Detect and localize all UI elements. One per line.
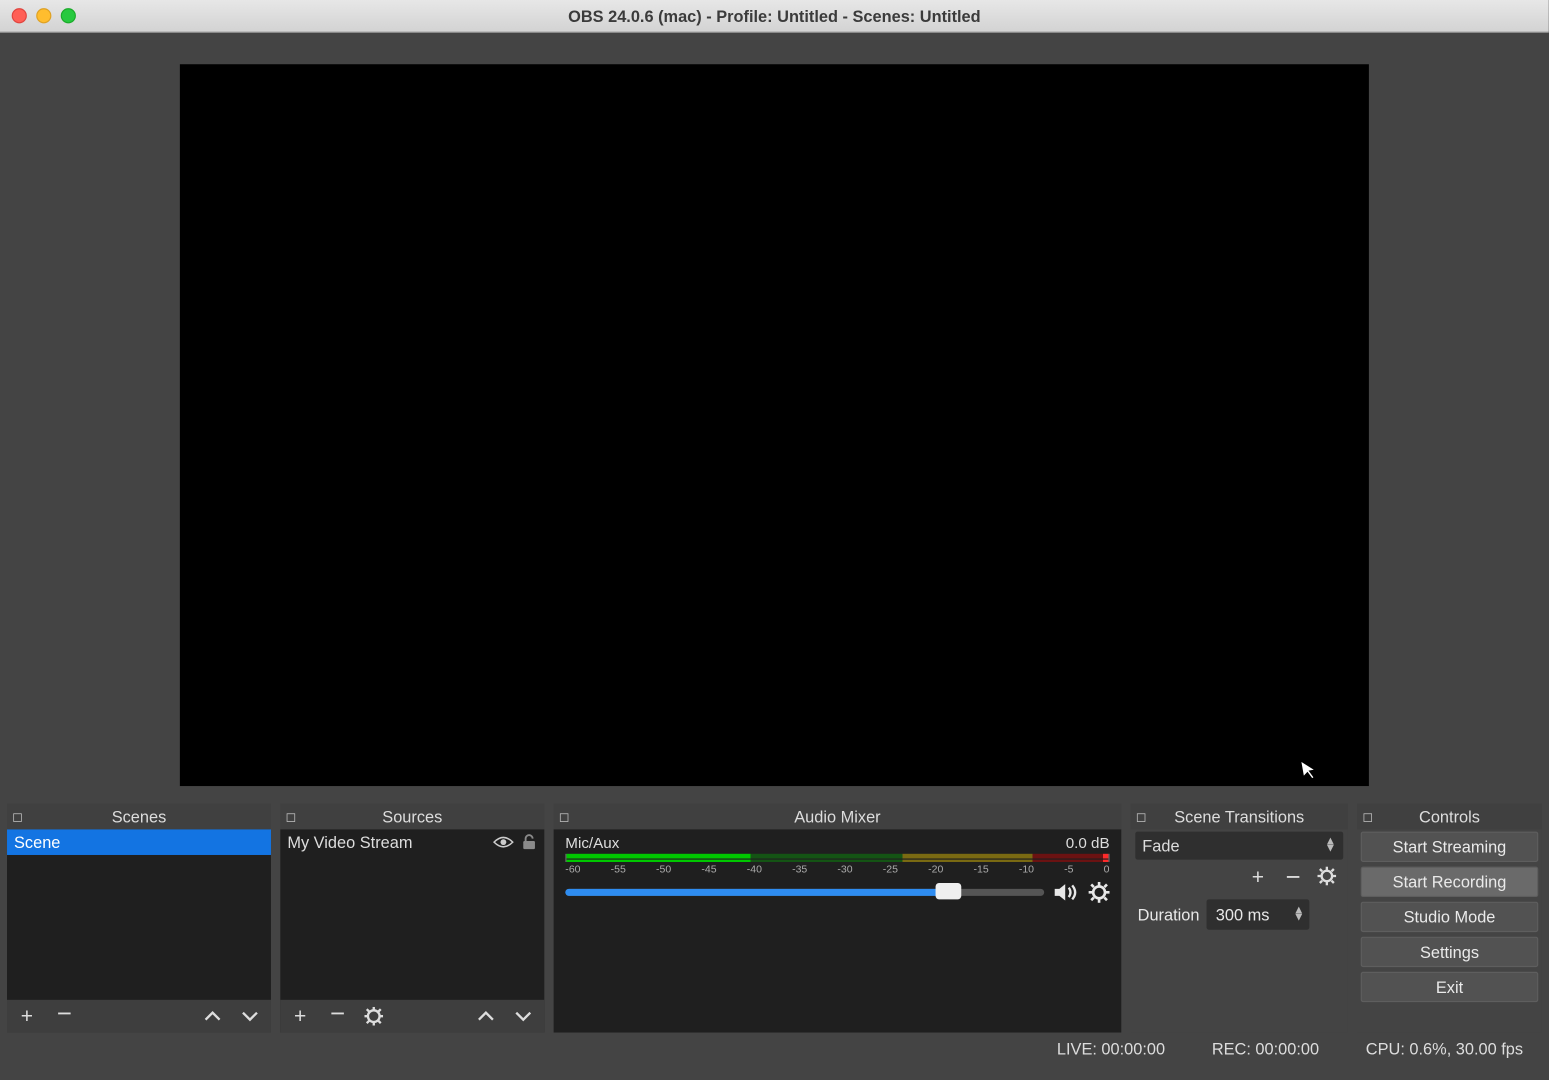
move-scene-up-button[interactable] [203, 1009, 224, 1023]
transitions-title: Scene Transitions [1174, 807, 1304, 826]
studio-mode-button[interactable]: Studio Mode [1361, 902, 1539, 932]
window-zoom-button[interactable] [61, 8, 76, 23]
popout-icon[interactable]: ◻ [283, 808, 299, 824]
mixer-meter [565, 854, 1109, 862]
source-item[interactable]: My Video Stream [280, 829, 544, 855]
window-close-button[interactable] [12, 8, 27, 23]
scenes-toolbar: + − [7, 1000, 271, 1033]
popout-icon[interactable]: ◻ [9, 808, 25, 824]
popout-icon[interactable]: ◻ [1360, 808, 1376, 824]
transitions-panel: ◻ Scene Transitions Fade ▲▼ + − Duration [1131, 804, 1348, 1033]
sources-list[interactable]: My Video Stream [280, 829, 544, 1000]
sources-title: Sources [382, 807, 442, 826]
scenes-title: Scenes [112, 807, 167, 826]
volume-slider-thumb[interactable] [936, 883, 962, 899]
scene-item-label: Scene [14, 833, 60, 852]
move-source-down-button[interactable] [514, 1009, 535, 1023]
speaker-icon[interactable] [1054, 882, 1080, 903]
sources-panel: ◻ Sources My Video Stream [280, 804, 544, 1033]
scene-item[interactable]: Scene [7, 829, 271, 855]
mixer-header[interactable]: ◻ Audio Mixer [554, 804, 1122, 830]
mixer-channel-name: Mic/Aux [565, 834, 619, 852]
scenes-list[interactable]: Scene [7, 829, 271, 1000]
eye-icon[interactable] [493, 835, 514, 849]
move-source-up-button[interactable] [477, 1009, 498, 1023]
controls-panel: ◻ Controls Start Streaming Start Recordi… [1357, 804, 1542, 1033]
preview-canvas[interactable] [180, 64, 1369, 786]
window-title: OBS 24.0.6 (mac) - Profile: Untitled - S… [0, 6, 1549, 25]
duration-value: 300 ms [1216, 905, 1270, 924]
remove-transition-button[interactable]: − [1282, 864, 1303, 890]
mixer-channel: Mic/Aux 0.0 dB -60 -55 -50 -45 -40 -35 -… [554, 829, 1122, 903]
lock-open-icon[interactable] [521, 834, 537, 850]
volume-slider[interactable] [565, 889, 1044, 896]
duration-spinbox[interactable]: 300 ms ▲▼ [1206, 899, 1309, 929]
remove-scene-button[interactable]: − [54, 1001, 75, 1027]
mixer-ticks: -60 -55 -50 -45 -40 -35 -30 -25 -20 -15 … [565, 863, 1109, 875]
window-minimize-button[interactable] [36, 8, 51, 23]
mixer-channel-level: 0.0 dB [1066, 834, 1110, 852]
start-streaming-button[interactable]: Start Streaming [1361, 832, 1539, 862]
status-rec: REC: 00:00:00 [1212, 1040, 1319, 1059]
popout-icon[interactable]: ◻ [1133, 808, 1149, 824]
add-scene-button[interactable]: + [16, 1006, 37, 1027]
popout-icon[interactable]: ◻ [556, 808, 572, 824]
scenes-panel: ◻ Scenes Scene + − [7, 804, 271, 1033]
preview-area [0, 33, 1549, 804]
duration-label: Duration [1138, 905, 1200, 924]
exit-button[interactable]: Exit [1361, 972, 1539, 1002]
controls-title: Controls [1419, 807, 1480, 826]
add-source-button[interactable]: + [290, 1006, 311, 1027]
sources-header[interactable]: ◻ Sources [280, 804, 544, 830]
source-properties-button[interactable] [364, 1007, 385, 1026]
controls-header[interactable]: ◻ Controls [1357, 804, 1542, 830]
status-live: LIVE: 00:00:00 [1057, 1040, 1165, 1059]
mixer-title: Audio Mixer [794, 807, 880, 826]
settings-button[interactable]: Settings [1361, 937, 1539, 967]
gear-icon[interactable] [1089, 882, 1110, 903]
transition-select[interactable]: Fade ▲▼ [1135, 832, 1343, 860]
source-item-label: My Video Stream [287, 833, 412, 852]
titlebar: OBS 24.0.6 (mac) - Profile: Untitled - S… [0, 0, 1549, 33]
status-bar: LIVE: 00:00:00 REC: 00:00:00 CPU: 0.6%, … [0, 1033, 1549, 1066]
status-cpu: CPU: 0.6%, 30.00 fps [1366, 1040, 1523, 1059]
cursor-icon [1299, 757, 1321, 783]
transition-properties-button[interactable] [1318, 867, 1339, 893]
add-transition-button[interactable]: + [1247, 867, 1268, 893]
start-recording-button[interactable]: Start Recording [1361, 867, 1539, 897]
audio-mixer-panel: ◻ Audio Mixer Mic/Aux 0.0 dB -60 -55 -50… [554, 804, 1122, 1033]
transitions-header[interactable]: ◻ Scene Transitions [1131, 804, 1348, 830]
move-scene-down-button[interactable] [241, 1009, 262, 1023]
remove-source-button[interactable]: − [327, 1001, 348, 1027]
chevron-updown-icon: ▲▼ [1325, 839, 1337, 853]
scenes-header[interactable]: ◻ Scenes [7, 804, 271, 830]
sources-toolbar: + − [280, 1000, 544, 1033]
chevron-updown-icon[interactable]: ▲▼ [1293, 908, 1305, 922]
transition-current: Fade [1142, 836, 1179, 855]
